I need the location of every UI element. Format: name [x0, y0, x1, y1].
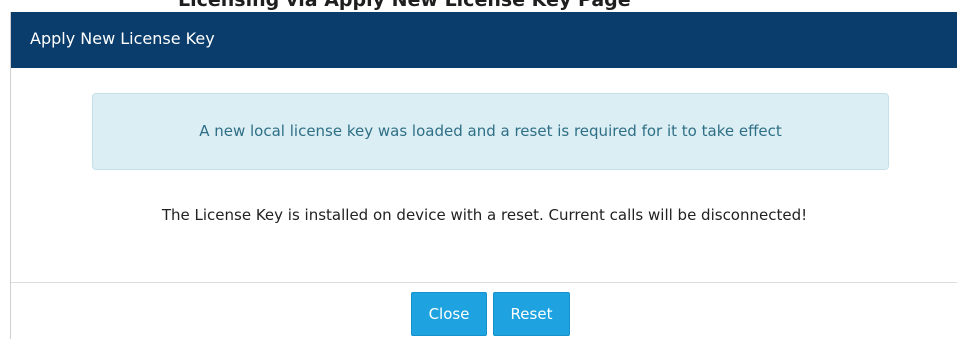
page-heading: Licensing via Apply New License Key Page — [178, 0, 631, 11]
page-heading-strip: Licensing via Apply New License Key Page — [0, 0, 957, 12]
info-alert-message: A new local license key was loaded and a… — [199, 122, 782, 140]
close-button[interactable]: Close — [411, 292, 487, 336]
dialog-footer: Close Reset — [11, 282, 957, 339]
apply-license-dialog: Apply New License Key A new local licens… — [10, 12, 957, 339]
reset-warning-message: The License Key is installed on device w… — [161, 206, 808, 224]
page: Licensing via Apply New License Key Page… — [0, 0, 957, 339]
info-alert: A new local license key was loaded and a… — [92, 93, 889, 170]
dialog-header: Apply New License Key — [11, 12, 957, 68]
reset-button[interactable]: Reset — [493, 292, 570, 336]
dialog-title: Apply New License Key — [30, 29, 215, 48]
